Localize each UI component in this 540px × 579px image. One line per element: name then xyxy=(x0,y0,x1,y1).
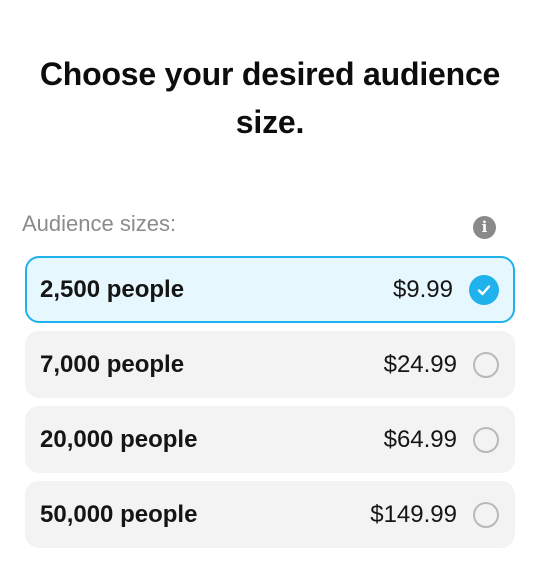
option-2500-people[interactable]: 2,500 people $9.99 xyxy=(25,256,515,323)
radio-checked-icon[interactable] xyxy=(469,274,499,305)
option-price: $149.99 xyxy=(370,500,457,528)
option-price: $64.99 xyxy=(383,425,457,453)
radio-unchecked-icon[interactable] xyxy=(473,351,499,378)
radio-unchecked-icon[interactable] xyxy=(473,426,499,453)
option-label: 7,000 people xyxy=(40,350,185,378)
radio-unchecked-icon[interactable] xyxy=(473,501,499,528)
checkmark-icon xyxy=(477,284,491,295)
audience-sizes-header: Audience sizes: i xyxy=(22,206,496,242)
option-label: 50,000 people xyxy=(40,500,198,528)
option-50000-people[interactable]: 50,000 people $149.99 xyxy=(25,481,515,548)
section-label: Audience sizes: xyxy=(22,211,177,236)
option-price: $24.99 xyxy=(383,350,457,378)
info-icon[interactable]: i xyxy=(473,215,496,239)
option-7000-people[interactable]: 7,000 people $24.99 xyxy=(25,331,515,398)
option-price: $9.99 xyxy=(392,275,453,303)
audience-size-options: 2,500 people $9.99 7,000 people $24.99 2… xyxy=(25,256,515,556)
option-label: 2,500 people xyxy=(40,275,185,303)
option-label: 20,000 people xyxy=(40,425,198,453)
page-title: Choose your desired audience size. xyxy=(39,56,501,140)
option-20000-people[interactable]: 20,000 people $64.99 xyxy=(25,406,515,473)
